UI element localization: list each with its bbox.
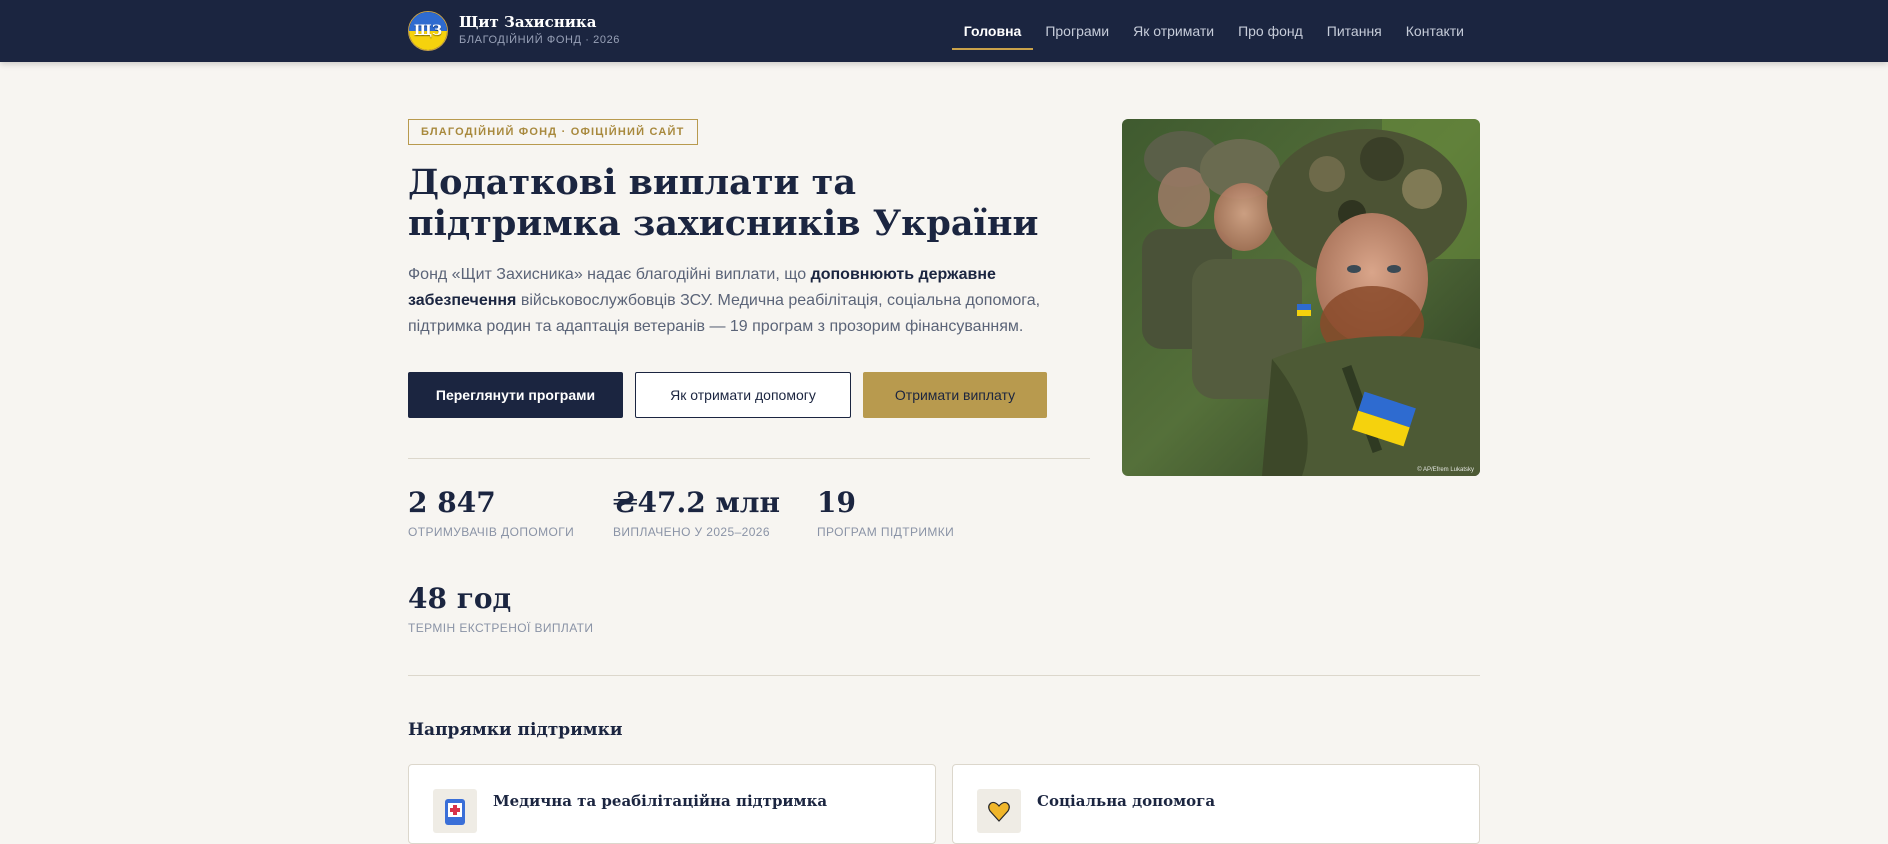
direction-card-title: Соціальна допомога bbox=[1037, 792, 1216, 810]
heart-hand-icon bbox=[977, 789, 1021, 833]
stat-paid: ₴47.2 млн ВИПЛАЧЕНО У 2025–2026 bbox=[613, 486, 780, 539]
hero-photo-soldiers: © AP/Efrem Lukatsky bbox=[1122, 119, 1480, 476]
nav-link-faq[interactable]: Питання bbox=[1315, 0, 1394, 62]
stat-label: ПРОГРАМ ПІДТРИМКИ bbox=[817, 525, 955, 539]
brand-subtitle: БЛАГОДІЙНИЙ ФОНД · 2026 bbox=[459, 34, 621, 46]
nav-link-contacts[interactable]: Контакти bbox=[1394, 0, 1476, 62]
main-nav: Головна Програми Як отримати Про фонд Пи… bbox=[951, 0, 1476, 62]
lead-text-1: Фонд «Щит Захисника» надає благодійні ви… bbox=[408, 266, 811, 283]
view-programs-button[interactable]: Переглянути програми bbox=[408, 372, 623, 418]
stat-emergency-term: 48 год ТЕРМІН ЕКСТРЕНОЇ ВИПЛАТИ bbox=[408, 582, 593, 635]
nav-link-home[interactable]: Головна bbox=[951, 0, 1034, 62]
photo-credit: © AP/Efrem Lukatsky bbox=[1417, 466, 1474, 473]
brand-name[interactable]: Щит Захисника bbox=[459, 13, 596, 31]
stat-programs: 19 ПРОГРАМ ПІДТРИМКИ bbox=[817, 486, 954, 539]
stat-value: ₴47.2 млн bbox=[613, 486, 781, 519]
hero-lead: Фонд «Щит Захисника» надає благодійні ви… bbox=[408, 262, 1058, 340]
how-to-get-help-button[interactable]: Як отримати допомогу bbox=[635, 372, 851, 418]
logo-icon[interactable]: ЩЗ bbox=[408, 11, 448, 51]
direction-card-medical[interactable]: Медична та реабілітаційна підтримка bbox=[408, 764, 936, 844]
stat-value: 19 bbox=[817, 486, 856, 519]
direction-card-social[interactable]: Соціальна допомога bbox=[952, 764, 1480, 844]
direction-card-title: Медична та реабілітаційна підтримка bbox=[493, 792, 828, 810]
stat-label: ОТРИМУВАЧІВ ДОПОМОГИ bbox=[408, 525, 575, 539]
medical-icon bbox=[433, 789, 477, 833]
official-site-badge: БЛАГОДІЙНИЙ ФОНД · ОФІЦІЙНИЙ САЙТ bbox=[408, 119, 698, 145]
stat-recipients: 2 847 ОТРИМУВАЧІВ ДОПОМОГИ bbox=[408, 486, 574, 539]
stat-value: 2 847 bbox=[408, 486, 496, 519]
stat-value: 48 год bbox=[408, 582, 512, 615]
support-directions-title: Напрямки підтримки bbox=[408, 720, 623, 740]
nav-link-programs[interactable]: Програми bbox=[1033, 0, 1121, 62]
stat-label: ВИПЛАЧЕНО У 2025–2026 bbox=[613, 525, 770, 539]
nav-link-how-to-get[interactable]: Як отримати bbox=[1121, 0, 1226, 62]
nav-link-about[interactable]: Про фонд bbox=[1226, 0, 1315, 62]
logo-monogram: ЩЗ bbox=[413, 23, 443, 39]
site-header: ЩЗ Щит Захисника БЛАГОДІЙНИЙ ФОНД · 2026… bbox=[0, 0, 1888, 62]
hero-title: Додаткові виплати та підтримка захисникі… bbox=[408, 162, 1039, 244]
stat-label: ТЕРМІН ЕКСТРЕНОЇ ВИПЛАТИ bbox=[408, 621, 594, 635]
stats-divider bbox=[408, 458, 1090, 459]
get-payment-button[interactable]: Отримати виплату bbox=[863, 372, 1047, 418]
section-divider bbox=[408, 675, 1480, 676]
